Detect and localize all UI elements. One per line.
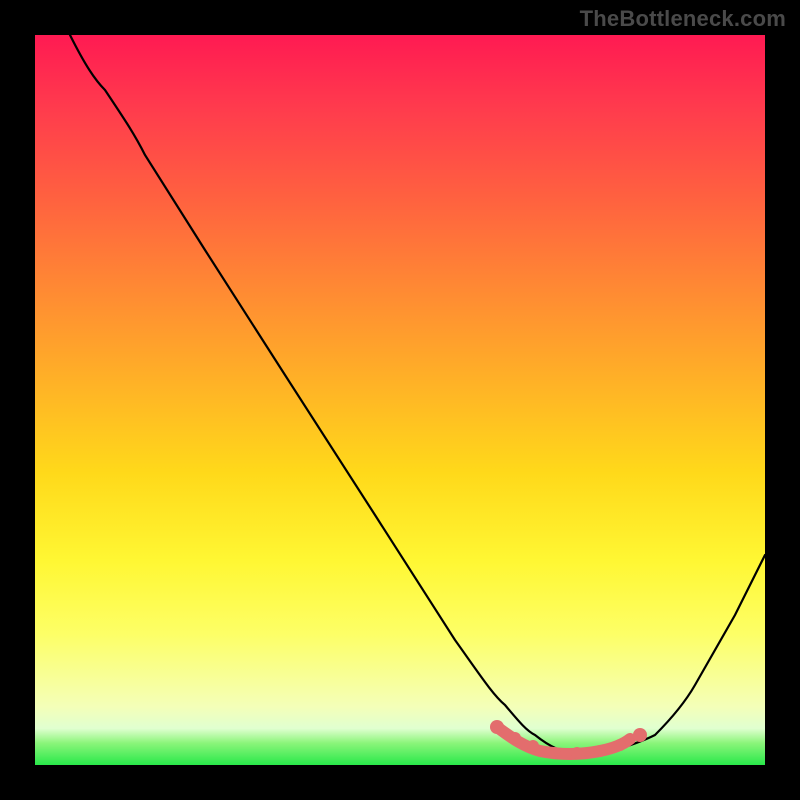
marker-dot	[594, 745, 606, 757]
watermark-text: TheBottleneck.com	[580, 6, 786, 32]
marker-dot	[633, 728, 647, 742]
marker-dot	[490, 720, 504, 734]
chart-area	[35, 35, 765, 765]
marker-dot	[549, 747, 561, 759]
chart-svg	[35, 35, 765, 765]
marker-dot	[527, 740, 539, 752]
marker-dot	[571, 747, 583, 759]
marker-dot	[614, 739, 626, 751]
bottleneck-curve	[70, 35, 765, 753]
marker-dot	[509, 732, 521, 744]
